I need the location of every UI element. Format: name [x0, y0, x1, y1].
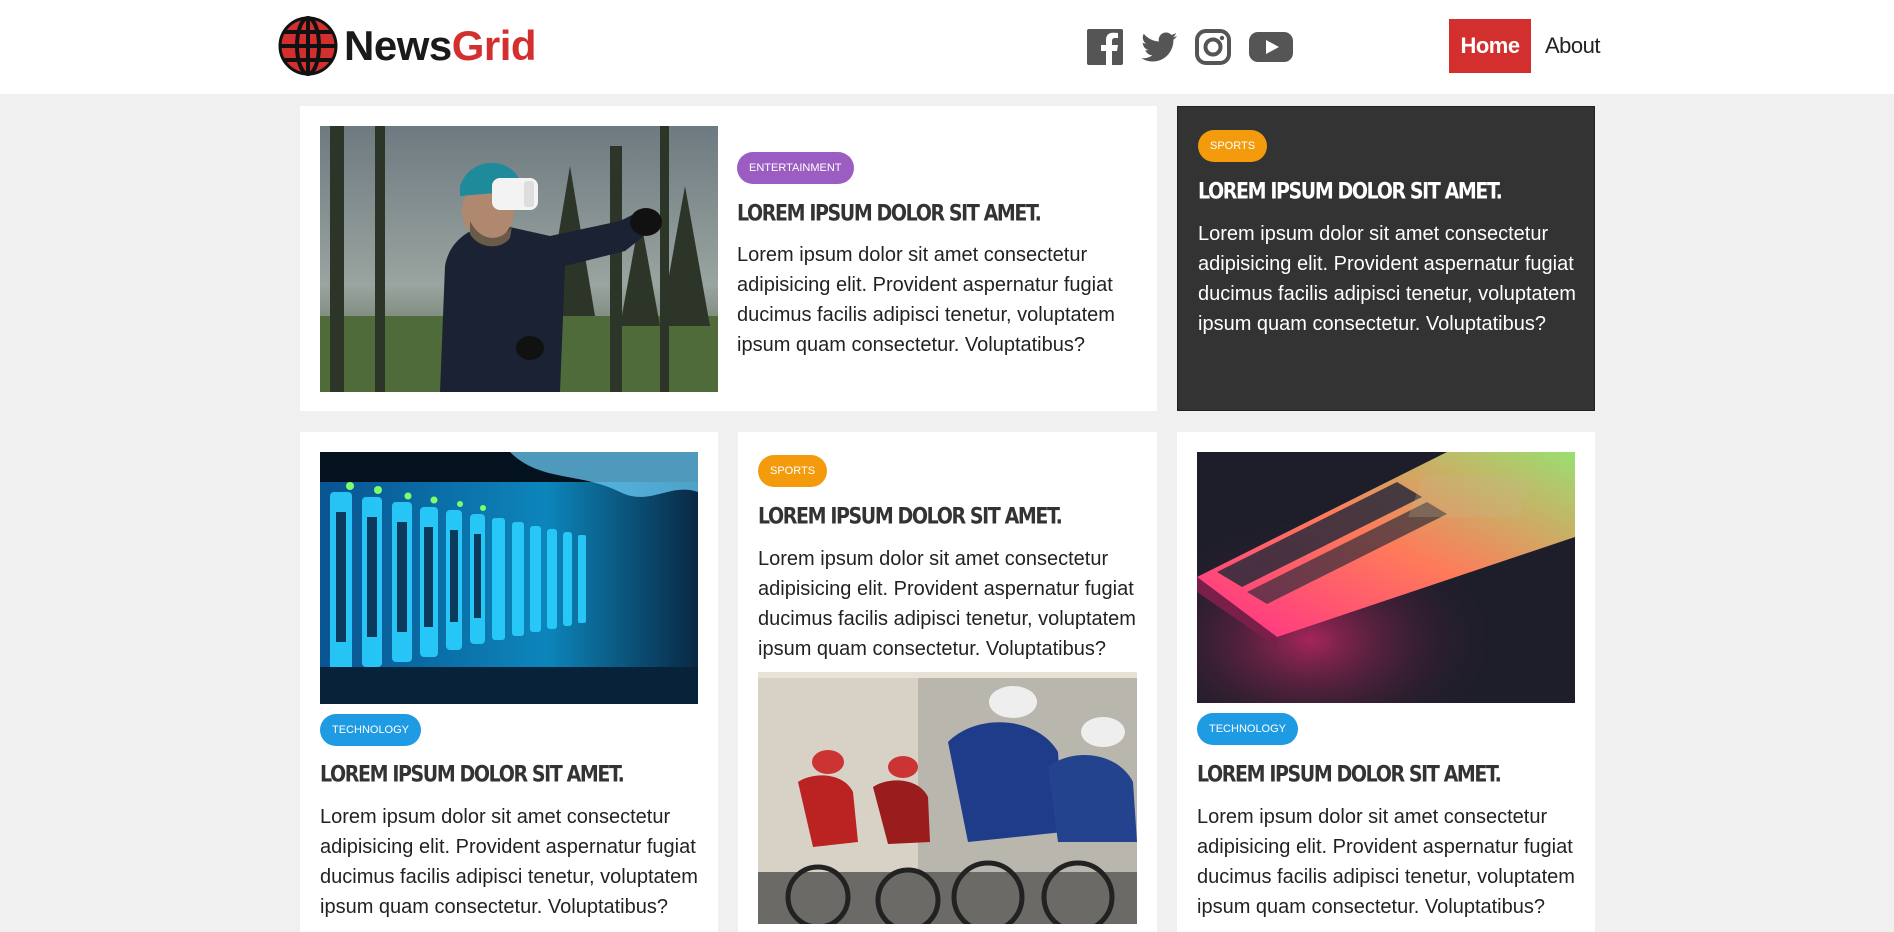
article-text: Lorem ipsum dolor sit amet consectetur a… — [758, 548, 1136, 660]
article-card-sports: Sports Lorem ipsum dolor sit amet. Lorem… — [738, 432, 1157, 932]
social-links — [1086, 28, 1294, 66]
twitter-icon[interactable] — [1140, 28, 1178, 66]
article-card-sports-dark: Sports Lorem ipsum dolor sit amet. Lorem… — [1177, 106, 1595, 411]
article-image-servers — [320, 452, 698, 704]
article-image-vr — [320, 126, 718, 392]
logo-text-grid: Grid — [451, 22, 537, 69]
article-text: Lorem ipsum dolor sit amet consectetur a… — [737, 244, 1115, 356]
category-badge[interactable]: Technology — [320, 714, 422, 746]
article-text: Lorem ipsum dolor sit amet consectetur a… — [320, 806, 698, 918]
category-badge[interactable]: Entertainment — [737, 152, 854, 184]
logo[interactable]: NewsGrid — [278, 16, 537, 76]
article-title[interactable]: Lorem ipsum dolor sit amet. — [758, 504, 1063, 529]
category-badge[interactable]: Sports — [1198, 130, 1268, 162]
instagram-icon[interactable] — [1194, 28, 1232, 66]
navbar: NewsGrid Home About — [0, 0, 1894, 94]
logo-text: NewsGrid — [344, 22, 537, 70]
article-image-cyclists — [758, 672, 1137, 924]
article-image-laptop — [1197, 452, 1575, 703]
category-badge[interactable]: Technology — [1197, 713, 1299, 745]
article-title[interactable]: Lorem ipsum dolor sit amet. — [1197, 762, 1502, 787]
youtube-icon[interactable] — [1248, 28, 1294, 66]
article-card-entertainment: Entertainment Lorem ipsum dolor sit amet… — [300, 106, 1157, 411]
article-text: Lorem ipsum dolor sit amet consectetur a… — [1198, 223, 1576, 335]
article-title[interactable]: Lorem ipsum dolor sit amet. — [320, 762, 625, 787]
globe-icon — [278, 16, 338, 76]
article-title[interactable]: Lorem ipsum dolor sit amet. — [1198, 179, 1503, 204]
nav-about-link[interactable]: About — [1545, 19, 1601, 73]
article-text: Lorem ipsum dolor sit amet consectetur a… — [1197, 806, 1575, 918]
facebook-icon[interactable] — [1086, 28, 1124, 66]
article-card-technology-laptop: Technology Lorem ipsum dolor sit amet. L… — [1177, 432, 1595, 932]
category-badge[interactable]: Sports — [758, 455, 828, 487]
logo-text-news: News — [344, 22, 452, 69]
article-title[interactable]: Lorem ipsum dolor sit amet. — [737, 201, 1042, 226]
article-card-technology: Technology Lorem ipsum dolor sit amet. L… — [300, 432, 718, 932]
nav-home-link[interactable]: Home — [1449, 19, 1531, 73]
